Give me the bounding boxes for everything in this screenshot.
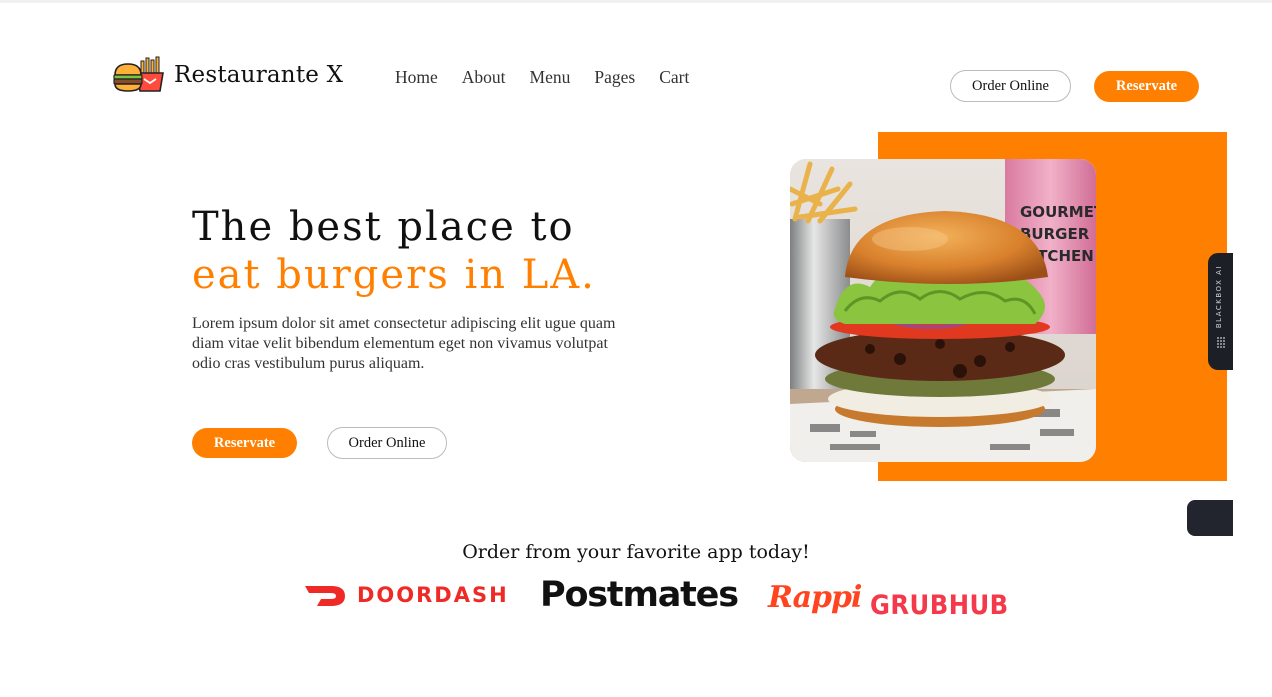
hero-order-online-button[interactable]: Order Online <box>327 427 447 459</box>
blackbox-ai-label: BLACKBOX AI <box>1215 265 1223 329</box>
hero-description: Lorem ipsum dolor sit amet consectetur a… <box>192 315 616 372</box>
doordash-wordmark: DOORDASH <box>357 583 509 607</box>
svg-text:GOURMET: GOURMET <box>1020 203 1096 221</box>
nav-cart[interactable]: Cart <box>659 67 689 88</box>
grubhub-logo[interactable]: GRUBHUB <box>870 590 1009 621</box>
doordash-logo-icon <box>305 586 345 606</box>
top-border <box>0 0 1272 3</box>
nav-menu[interactable]: Menu <box>530 67 571 88</box>
hero-title-line2: eat burgers in LA. <box>192 252 596 298</box>
chat-widget-button[interactable] <box>1187 500 1233 536</box>
header-order-online-button[interactable]: Order Online <box>950 70 1071 102</box>
hero-reservate-button[interactable]: Reservate <box>192 428 297 458</box>
apps-section-title: Order from your favorite app today! <box>462 541 810 563</box>
burger-photo-illustration: GOURMET BURGER KITCHEN <box>790 159 1096 462</box>
postmates-logo[interactable]: Postmates <box>540 575 739 615</box>
rappi-logo[interactable]: Rappi <box>768 580 862 615</box>
main-nav: Home About Menu Pages Cart <box>395 67 713 88</box>
brand-name: Restaurante X <box>174 62 344 88</box>
blackbox-dots-icon <box>1217 337 1225 348</box>
header-reservate-button[interactable]: Reservate <box>1094 71 1199 102</box>
nav-home[interactable]: Home <box>395 67 438 88</box>
doordash-logo[interactable]: DOORDASH <box>305 583 509 607</box>
nav-about[interactable]: About <box>462 67 506 88</box>
nav-pages[interactable]: Pages <box>594 67 635 88</box>
burger-fries-logo-icon <box>113 56 164 92</box>
hero-burger-image: GOURMET BURGER KITCHEN <box>790 159 1096 462</box>
brand-logo[interactable]: Restaurante X <box>113 55 343 95</box>
hero-title-line1: The best place to <box>192 204 575 250</box>
hero-title: The best place to eat burgers in LA. <box>192 203 596 299</box>
